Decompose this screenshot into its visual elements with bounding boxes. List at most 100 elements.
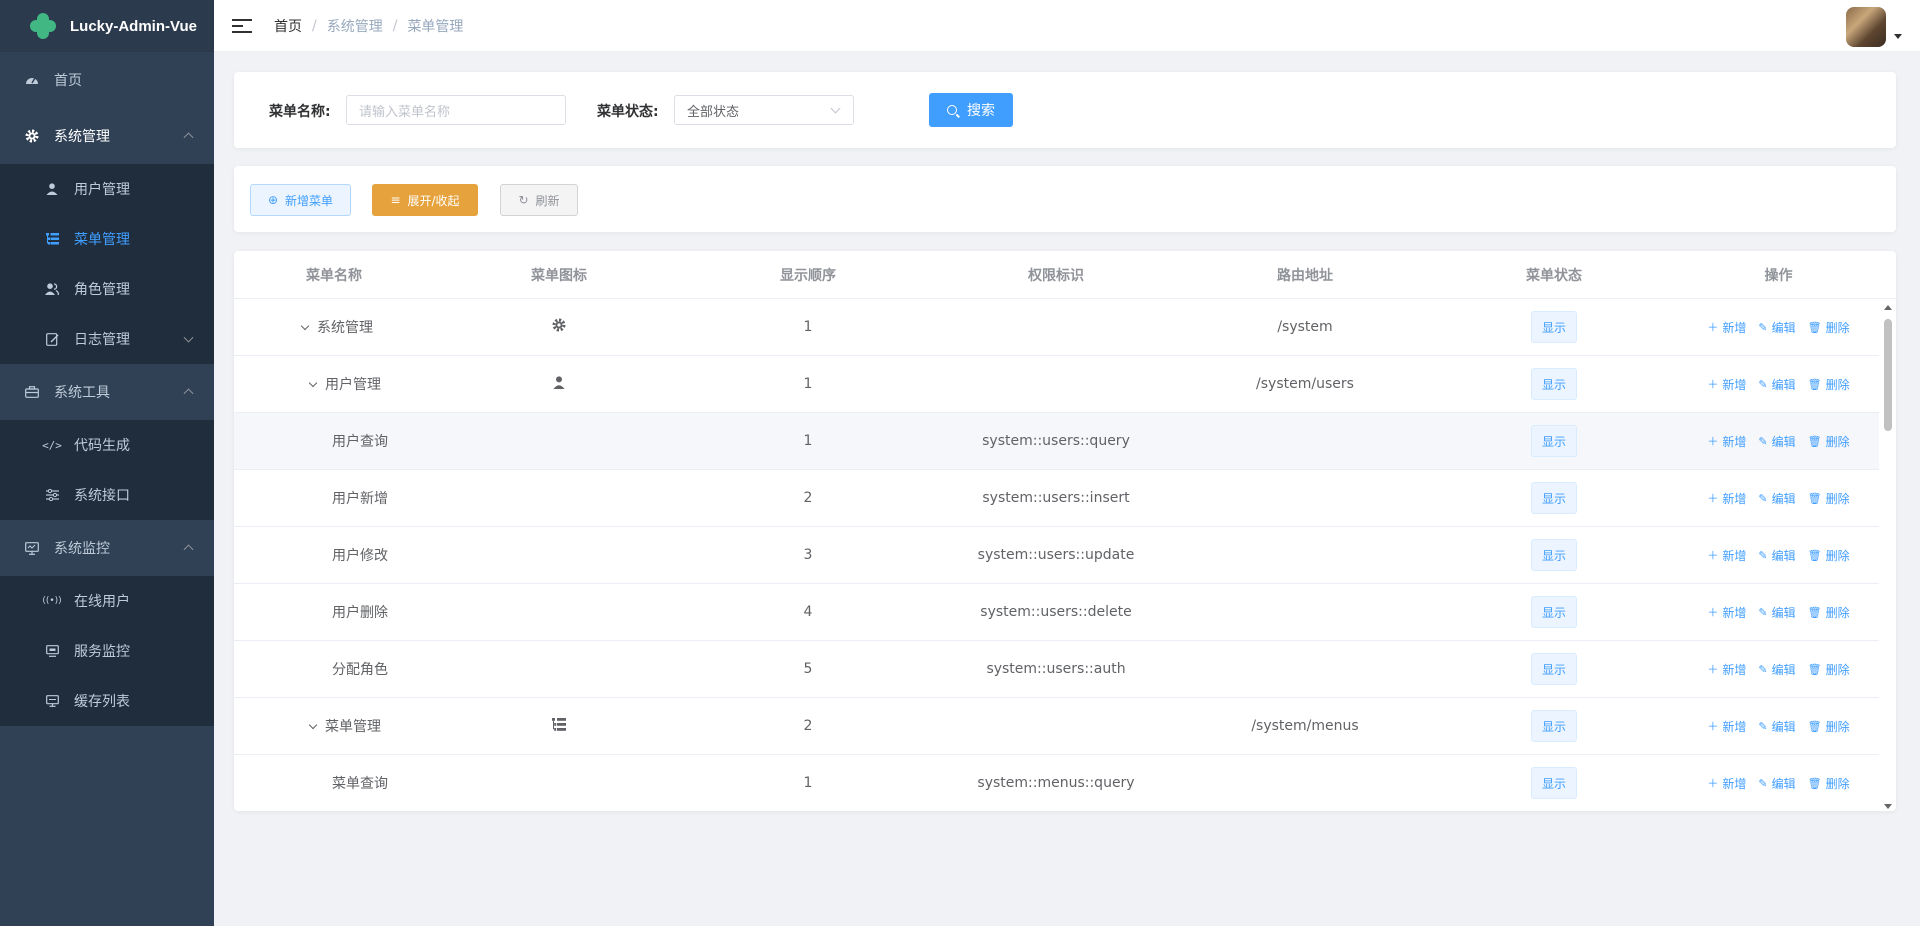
sidebar-item-online[interactable]: ((•)) 在线用户 bbox=[0, 576, 214, 626]
sidebar-item-cache[interactable]: 缓存列表 bbox=[0, 676, 214, 726]
cell-order: 2 bbox=[803, 490, 813, 506]
row-add-button[interactable]: ＋新增 bbox=[1707, 718, 1746, 735]
breadcrumb-home[interactable]: 首页 bbox=[274, 16, 302, 36]
cell-order: 2 bbox=[803, 718, 813, 734]
plus-icon: ＋ bbox=[1707, 777, 1719, 790]
row-edit-button[interactable]: ✎ 编辑 bbox=[1758, 376, 1795, 393]
online-icon: ((•)) bbox=[42, 596, 62, 606]
scroll-down-icon[interactable] bbox=[1884, 804, 1892, 809]
user-icon bbox=[553, 375, 565, 393]
cell-actions: ＋新增 ✎ 编辑 🗑 删除 bbox=[1678, 604, 1879, 621]
expand-arrow-icon[interactable] bbox=[308, 378, 318, 387]
menu-name-input[interactable]: 请输入菜单名称 bbox=[346, 95, 566, 125]
col-header-name: 菜单名称 bbox=[306, 267, 362, 284]
row-delete-button[interactable]: 🗑 删除 bbox=[1808, 547, 1850, 564]
sidebar-group-system[interactable]: 系统管理 bbox=[0, 108, 214, 164]
row-add-button[interactable]: ＋新增 bbox=[1707, 661, 1746, 678]
add-menu-label: 新增菜单 bbox=[285, 193, 334, 208]
hamburger-icon[interactable] bbox=[232, 16, 252, 36]
scroll-up-icon[interactable] bbox=[1884, 305, 1892, 310]
sidebar-item-home[interactable]: 首页 bbox=[0, 52, 214, 108]
scroll-thumb[interactable] bbox=[1884, 319, 1892, 431]
row-delete-button[interactable]: 🗑 删除 bbox=[1808, 718, 1850, 735]
logo[interactable]: Lucky-Admin-Vue bbox=[0, 0, 214, 52]
chevron-down-icon bbox=[183, 332, 194, 343]
table-row[interactable]: 用户修改 3 system::users::update 显示 ＋新增 ✎ 编辑 🗑 删除 bbox=[234, 527, 1879, 584]
row-add-button[interactable]: ＋新增 bbox=[1707, 319, 1746, 336]
table-row[interactable]: 菜单查询 1 system::menus::query 显示 ＋新增 ✎ 编辑 🗑 删除 bbox=[234, 755, 1879, 811]
trash-icon: 🗑 bbox=[1807, 719, 1822, 733]
refresh-button[interactable]: ↻ 刷新 bbox=[500, 184, 578, 216]
plus-icon: ＋ bbox=[1707, 378, 1719, 391]
chevron-up-icon bbox=[183, 132, 194, 143]
table-scrollbar[interactable] bbox=[1880, 299, 1896, 811]
peoples-icon bbox=[44, 281, 60, 297]
row-edit-button[interactable]: ✎ 编辑 bbox=[1758, 547, 1795, 564]
row-edit-button[interactable]: ✎ 编辑 bbox=[1758, 319, 1795, 336]
row-edit-label: 编辑 bbox=[1771, 662, 1796, 677]
row-add-button[interactable]: ＋新增 bbox=[1707, 376, 1746, 393]
row-add-button[interactable]: ＋新增 bbox=[1707, 547, 1746, 564]
trash-icon: 🗑 bbox=[1807, 605, 1822, 619]
caret-down-icon[interactable] bbox=[1894, 34, 1902, 39]
cell-status: 显示 bbox=[1430, 539, 1678, 571]
sidebar-item-roles[interactable]: 角色管理 bbox=[0, 264, 214, 314]
table-row[interactable]: 用户查询 1 system::users::query 显示 ＋新增 ✎ 编辑 🗑 删除 bbox=[234, 413, 1879, 470]
plus-icon: ＋ bbox=[1707, 606, 1719, 619]
row-delete-button[interactable]: 🗑 删除 bbox=[1808, 661, 1850, 678]
expand-collapse-button[interactable]: ≡ 展开/收起 bbox=[372, 184, 478, 216]
sidebar-item-logs[interactable]: 日志管理 bbox=[0, 314, 214, 364]
row-edit-button[interactable]: ✎ 编辑 bbox=[1758, 661, 1795, 678]
row-add-button[interactable]: ＋新增 bbox=[1707, 604, 1746, 621]
cell-order: 1 bbox=[803, 376, 813, 392]
sidebar-item-api[interactable]: 系统接口 bbox=[0, 470, 214, 520]
cell-actions: ＋新增 ✎ 编辑 🗑 删除 bbox=[1678, 376, 1879, 393]
tree-table-icon bbox=[552, 717, 566, 735]
row-actions: ＋新增 ✎ 编辑 🗑 删除 bbox=[1707, 718, 1849, 735]
sidebar-item-server[interactable]: 服务监控 bbox=[0, 626, 214, 676]
row-delete-button[interactable]: 🗑 删除 bbox=[1808, 376, 1850, 393]
row-delete-button[interactable]: 🗑 删除 bbox=[1808, 433, 1850, 450]
row-delete-button[interactable]: 🗑 删除 bbox=[1808, 775, 1850, 792]
expand-arrow-icon[interactable] bbox=[308, 720, 318, 729]
row-delete-button[interactable]: 🗑 删除 bbox=[1808, 490, 1850, 507]
menu-name: 用户管理 bbox=[325, 377, 381, 393]
menu-name: 用户查询 bbox=[332, 434, 388, 450]
table-row[interactable]: 用户新增 2 system::users::insert 显示 ＋新增 ✎ 编辑 🗑 删除 bbox=[234, 470, 1879, 527]
cell-icon bbox=[434, 318, 684, 336]
edit-icon: ✎ bbox=[1758, 320, 1768, 334]
row-add-button[interactable]: ＋新增 bbox=[1707, 433, 1746, 450]
row-edit-button[interactable]: ✎ 编辑 bbox=[1758, 490, 1795, 507]
cell-status: 显示 bbox=[1430, 425, 1678, 457]
menu-status-select[interactable]: 全部状态 bbox=[674, 95, 854, 125]
row-delete-button[interactable]: 🗑 删除 bbox=[1808, 604, 1850, 621]
expand-arrow-icon[interactable] bbox=[300, 321, 310, 330]
row-add-button[interactable]: ＋新增 bbox=[1707, 490, 1746, 507]
sidebar-item-users[interactable]: 用户管理 bbox=[0, 164, 214, 214]
row-add-button[interactable]: ＋新增 bbox=[1707, 775, 1746, 792]
table-row[interactable]: 用户删除 4 system::users::delete 显示 ＋新增 ✎ 编辑 🗑 删除 bbox=[234, 584, 1879, 641]
sidebar-item-codegen[interactable]: </> 代码生成 bbox=[0, 420, 214, 470]
sidebar-group-tools[interactable]: 系统工具 bbox=[0, 364, 214, 420]
cell-name: 用户管理 bbox=[234, 374, 434, 394]
search-button[interactable]: 搜索 bbox=[929, 93, 1013, 127]
table-row[interactable]: 菜单管理 2/system/menus 显示 ＋新增 ✎ 编辑 🗑 删除 bbox=[234, 698, 1879, 755]
row-edit-button[interactable]: ✎ 编辑 bbox=[1758, 775, 1795, 792]
row-edit-button[interactable]: ✎ 编辑 bbox=[1758, 433, 1795, 450]
row-delete-button[interactable]: 🗑 删除 bbox=[1808, 319, 1850, 336]
add-menu-button[interactable]: ⊕ 新增菜单 bbox=[250, 184, 351, 216]
table-row[interactable]: 分配角色 5 system::users::auth 显示 ＋新增 ✎ 编辑 🗑 删除 bbox=[234, 641, 1879, 698]
row-edit-button[interactable]: ✎ 编辑 bbox=[1758, 604, 1795, 621]
cell-name: 用户修改 bbox=[234, 545, 434, 565]
cell-order: 4 bbox=[803, 604, 813, 620]
sidebar-group-monitor[interactable]: 系统监控 bbox=[0, 520, 214, 576]
row-edit-label: 编辑 bbox=[1771, 605, 1796, 620]
table-row[interactable]: 系统管理 1/system 显示 ＋新增 ✎ 编辑 🗑 删除 bbox=[234, 299, 1879, 356]
row-edit-button[interactable]: ✎ 编辑 bbox=[1758, 718, 1795, 735]
avatar[interactable] bbox=[1846, 7, 1886, 47]
table-row[interactable]: 用户管理 1/system/users 显示 ＋新增 ✎ 编辑 🗑 删除 bbox=[234, 356, 1879, 413]
breadcrumb: 首页 / 系统管理 / 菜单管理 bbox=[274, 16, 463, 36]
cell-perm: system::users::insert bbox=[982, 490, 1130, 506]
sidebar-group-label: 系统监控 bbox=[54, 541, 110, 557]
sidebar-item-menus[interactable]: 菜单管理 bbox=[0, 214, 214, 264]
